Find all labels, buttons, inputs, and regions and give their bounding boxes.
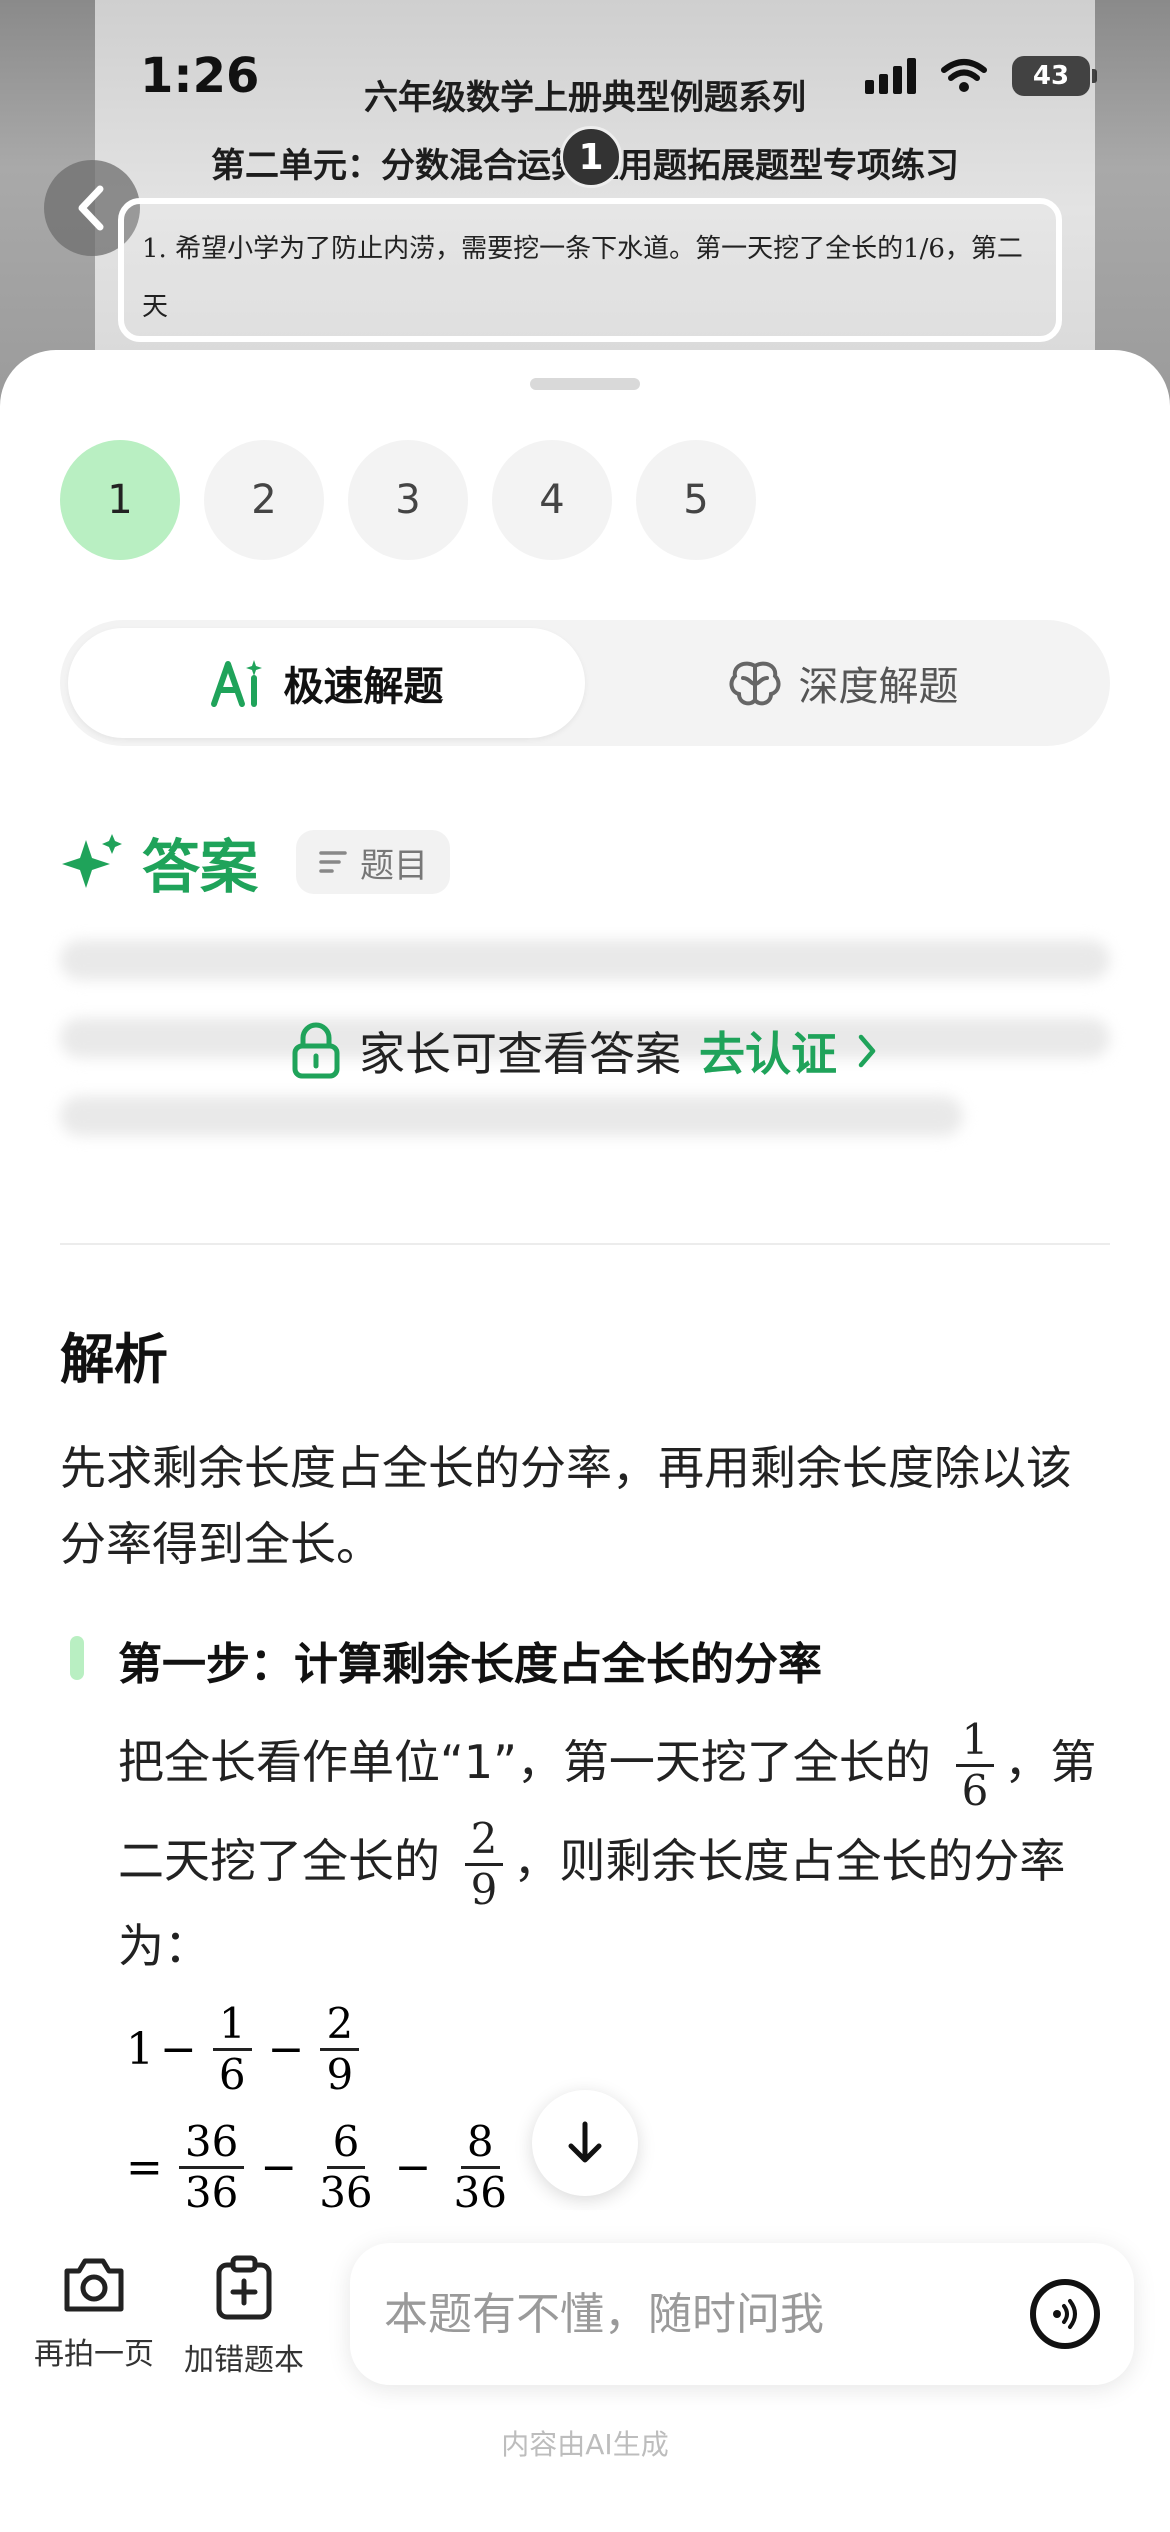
section-divider [60, 1243, 1110, 1245]
wifi-icon [941, 59, 987, 92]
deep-solve-tab[interactable]: 深度解题 [585, 628, 1102, 738]
lock-icon [292, 1022, 340, 1079]
locked-answer-text: 家长可查看答案 [359, 1027, 681, 1081]
ask-input-box[interactable] [350, 2243, 1134, 2385]
fraction: 16 [212, 2000, 252, 2099]
voice-icon [1053, 2299, 1077, 2329]
fast-solve-label: 极速解题 [283, 664, 444, 710]
add-wrong-book-button[interactable]: 加错题本 [184, 2255, 304, 2379]
status-time: 1:26 [140, 48, 260, 104]
question-tab-2[interactable]: 2 [204, 440, 324, 560]
brain-icon [729, 661, 780, 706]
analysis-summary: 先求剩余长度占全长的分率，再用剩余长度除以该分率得到全长。 [60, 1441, 1072, 1571]
question-tabs: 1 2 3 4 5 [60, 440, 756, 560]
step-1-header: 第一步：计算剩余长度占全长的分率 [60, 1628, 1110, 1692]
verify-link[interactable]: 去认证 [699, 1018, 837, 1084]
equation-line-1: 1 − 16 − 29 [126, 2000, 369, 2099]
question-tab-5[interactable]: 5 [636, 440, 756, 560]
view-question-label: 题目 [360, 845, 429, 886]
fraction-two-ninths: 29 [464, 1815, 504, 1914]
view-question-chip[interactable]: 题目 [296, 830, 451, 894]
step-marker [70, 1636, 84, 1680]
sheet-grabber[interactable] [530, 378, 640, 390]
chevron-right-icon [858, 1034, 876, 1068]
question-tab-3[interactable]: 3 [348, 440, 468, 560]
retake-button[interactable]: 再拍一页 [34, 2255, 154, 2373]
deep-solve-label: 深度解题 [798, 664, 959, 710]
signal-icon [865, 58, 916, 94]
answer-header: 答案 题目 [60, 820, 451, 904]
ai-icon [210, 660, 262, 707]
question-tab-4[interactable]: 4 [492, 440, 612, 560]
sparkle-icon [62, 834, 122, 888]
answer-title: 答案 [142, 833, 259, 901]
camera-icon [64, 2258, 124, 2312]
status-icons: 43 [865, 56, 1097, 96]
battery-icon: 43 [1012, 56, 1097, 96]
chevron-left-icon [78, 185, 104, 231]
lines-icon [319, 851, 347, 873]
fraction: 6 36 [319, 2118, 373, 2217]
step-1-text: 把全长看作单位“1”，第一天挖了全长的 [118, 1735, 931, 1789]
analysis-title: 解析 [60, 1328, 168, 1391]
fast-solve-tab[interactable]: 极速解题 [68, 628, 585, 738]
question-line: 1. 希望小学为了防止内涝，需要挖一条下水道。第一天挖了全长的1/6，第二天 [142, 234, 1023, 322]
step-1-body: 把全长看作单位“1”，第一天挖了全长的 1 6 ，第二天挖了全长的 2 9 ，则剩余长度… [118, 1716, 1098, 1978]
question-tab-1[interactable]: 1 [60, 440, 180, 560]
arrow-down-icon [568, 2121, 602, 2163]
fraction-one-sixth: 16 [955, 1716, 995, 1815]
step-1-title: 第一步：计算剩余长度占全长的分率 [118, 1639, 822, 1690]
retake-label: 再拍一页 [34, 2337, 154, 2372]
fraction: 36 36 [178, 2118, 245, 2217]
selection-number-badge[interactable]: 1 [560, 126, 622, 188]
clipboard-plus-icon [216, 2255, 272, 2320]
voice-input-button[interactable] [1030, 2279, 1100, 2349]
question-selection-box[interactable]: 1. 希望小学为了防止内涝，需要挖一条下水道。第一天挖了全长的1/6，第二天 挖… [118, 198, 1062, 380]
parent-unlock-row[interactable]: 家长可查看答案 去认证 [0, 1018, 1170, 1084]
scroll-down-button[interactable] [532, 2090, 638, 2196]
solve-mode-switch: 极速解题 深度解题 [60, 620, 1110, 746]
fraction: 29 [320, 2000, 360, 2099]
ai-generated-note: 内容由AI生成 [501, 2428, 669, 2461]
add-wrong-book-label: 加错题本 [184, 2343, 304, 2378]
fraction: 8 36 [453, 2118, 507, 2217]
ask-input[interactable] [384, 2288, 944, 2340]
battery-level: 43 [1032, 61, 1070, 91]
